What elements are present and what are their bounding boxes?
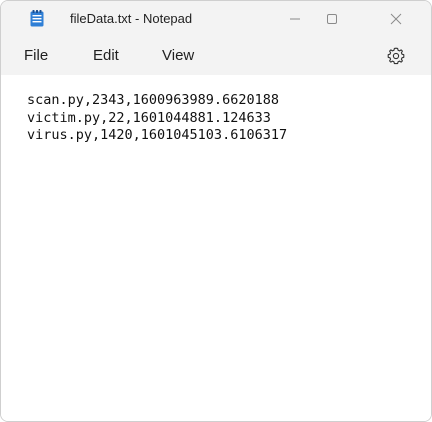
close-icon (390, 13, 402, 25)
menu-edit[interactable]: Edit (93, 47, 119, 64)
notepad-icon (30, 10, 44, 27)
window-title: fileData.txt - Notepad (70, 11, 193, 26)
maximize-icon (326, 13, 338, 25)
text-editor[interactable]: scan.py,2343,1600963989.6620188 victim.py… (1, 75, 431, 421)
title-bar[interactable]: fileData.txt - Notepad (1, 1, 431, 37)
text-line: virus.py,1420,1601045103.6106317 (27, 127, 288, 143)
menu-file[interactable]: File (24, 47, 48, 64)
text-line: scan.py,2343,1600963989.6620188 (27, 92, 279, 108)
menu-view[interactable]: View (162, 47, 194, 64)
text-line: victim.py,22,1601044881.124633 (27, 109, 271, 126)
settings-button[interactable] (385, 45, 407, 67)
close-button[interactable] (373, 1, 419, 37)
minimize-icon (289, 13, 301, 25)
menu-bar: File Edit View (1, 37, 431, 75)
notepad-window: fileData.txt - Notepad File Edit View sc… (0, 0, 432, 422)
settings-gear-icon (385, 47, 407, 71)
maximize-button[interactable] (309, 1, 355, 37)
editor-content[interactable]: scan.py,2343,1600963989.6620188 victim.py… (27, 92, 287, 145)
